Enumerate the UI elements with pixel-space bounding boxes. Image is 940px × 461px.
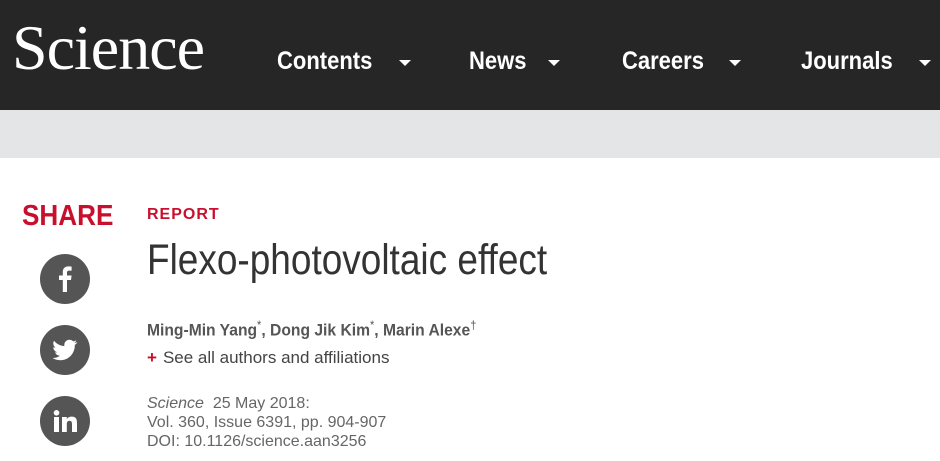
nav-careers-label: Careers <box>622 46 704 75</box>
top-navigation-bar: Science Contents News Careers Journals <box>0 0 940 110</box>
linkedin-share-button[interactable] <box>40 396 90 446</box>
twitter-share-button[interactable] <box>40 325 90 375</box>
citation-volume: Vol. 360, Issue 6391, pp. 904-907 <box>147 414 387 431</box>
citation-line-date: Science 25 May 2018: <box>147 394 386 413</box>
author-link[interactable]: Ming-Min Yang <box>147 321 257 340</box>
journal-name: Science <box>147 395 204 412</box>
author-link[interactable]: Dong Jik Kim <box>270 321 370 340</box>
facebook-share-button[interactable] <box>40 254 90 304</box>
chevron-down-icon <box>399 59 412 66</box>
nav-news-label: News <box>469 46 527 75</box>
chevron-down-icon <box>919 59 932 66</box>
citation-block: Science 25 May 2018: Vol. 360, Issue 639… <box>147 394 386 451</box>
chevron-down-icon <box>729 59 742 66</box>
citation-doi[interactable]: DOI: 10.1126/science.aan3256 <box>147 432 386 451</box>
science-logo[interactable]: Science <box>12 10 205 86</box>
nav-news[interactable]: News <box>469 44 561 78</box>
author-separator: , <box>261 320 271 340</box>
twitter-icon <box>52 339 78 361</box>
nav-careers[interactable]: Careers <box>622 44 742 78</box>
nav-journals[interactable]: Journals <box>801 44 932 78</box>
see-all-authors-link[interactable]: + See all authors and affiliations <box>147 348 389 368</box>
linkedin-icon <box>53 410 77 432</box>
secondary-bar <box>0 110 940 158</box>
chevron-down-icon <box>548 59 561 66</box>
article-type-label: REPORT <box>147 206 220 223</box>
nav-contents-label: Contents <box>277 46 373 75</box>
nav-contents[interactable]: Contents <box>277 44 412 78</box>
author-list: Ming-Min Yang*, Dong Jik Kim*, Marin Ale… <box>147 318 476 341</box>
author-link[interactable]: Marin Alexe <box>383 321 470 340</box>
author-separator: , <box>374 320 383 340</box>
share-heading: SHARE <box>22 200 114 232</box>
plus-icon: + <box>147 348 157 367</box>
see-all-authors-label: See all authors and affiliations <box>162 348 390 367</box>
facebook-icon <box>59 266 72 292</box>
nav-journals-label: Journals <box>801 46 893 75</box>
article-title: Flexo-photovoltaic effect <box>147 236 548 284</box>
author-marker: † <box>470 318 477 332</box>
publication-date: 25 May 2018: <box>212 395 310 412</box>
